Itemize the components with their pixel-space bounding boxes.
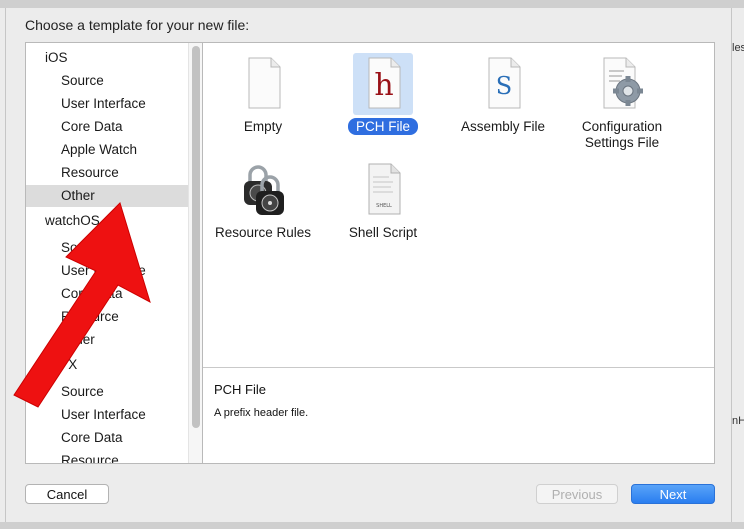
category-item-ios-apple-watch[interactable]: Apple Watch bbox=[26, 139, 203, 161]
category-item-ios-user-interface[interactable]: User Interface bbox=[26, 93, 203, 115]
template-assembly-file[interactable]: S Assembly File bbox=[443, 49, 563, 139]
category-header-osx: OS X bbox=[45, 357, 78, 372]
category-item-ios-source[interactable]: Source bbox=[26, 70, 203, 92]
category-header-ios: iOS bbox=[45, 50, 68, 65]
template-label: Resource Rules bbox=[214, 225, 312, 240]
category-item-watchos-resource[interactable]: Resource bbox=[26, 306, 203, 328]
new-file-template-sheet: Choose a template for your new file: iOS… bbox=[5, 8, 732, 522]
shell-script-icon: SHELL bbox=[368, 163, 401, 215]
category-item-watchos-core-data[interactable]: Core Data bbox=[26, 283, 203, 305]
template-empty[interactable]: Empty bbox=[203, 49, 323, 139]
category-item-osx-user-interface[interactable]: User Interface bbox=[26, 404, 203, 426]
category-list-scrollbar[interactable] bbox=[188, 43, 203, 463]
cancel-button[interactable]: Cancel bbox=[25, 484, 109, 504]
category-item-watchos-other[interactable]: Other bbox=[26, 329, 203, 351]
pch-glyph: h bbox=[374, 68, 393, 103]
assembly-glyph: S bbox=[496, 72, 512, 100]
template-label-line: Settings File bbox=[584, 135, 660, 150]
scrollbar-thumb[interactable] bbox=[192, 46, 200, 428]
template-resource-rules[interactable]: Resource Rules bbox=[203, 155, 323, 245]
background-window-bottom bbox=[0, 522, 744, 529]
category-item-watchos-source[interactable]: Source bbox=[26, 237, 203, 259]
category-item-osx-core-data[interactable]: Core Data bbox=[26, 427, 203, 449]
empty-file-icon bbox=[248, 57, 281, 109]
category-list[interactable]: iOS Source User Interface Core Data Appl… bbox=[25, 42, 204, 464]
pch-file-icon: h bbox=[368, 57, 401, 109]
padlocks-icon bbox=[244, 165, 284, 215]
template-label: PCH File bbox=[323, 118, 443, 135]
template-grid: Empty h PCH File S Assembly File Configu… bbox=[203, 43, 714, 367]
background-text-fragment: nH bbox=[732, 415, 744, 427]
shell-glyph: SHELL bbox=[376, 203, 392, 209]
template-description-area: PCH File A prefix header file. bbox=[203, 367, 714, 464]
previous-button[interactable]: Previous bbox=[536, 484, 618, 504]
next-button[interactable]: Next bbox=[631, 484, 715, 504]
template-icon-container: h bbox=[353, 53, 413, 115]
template-label: Empty bbox=[243, 119, 283, 134]
description-text: A prefix header file. bbox=[214, 407, 309, 419]
template-label: Assembly File bbox=[460, 119, 546, 134]
category-item-ios-core-data[interactable]: Core Data bbox=[26, 116, 203, 138]
category-item-osx-source[interactable]: Source bbox=[26, 381, 203, 403]
category-item-ios-other[interactable]: Other bbox=[26, 185, 203, 207]
assembly-file-icon: S bbox=[488, 57, 521, 109]
description-title: PCH File bbox=[214, 382, 267, 397]
template-label-line: Configuration bbox=[581, 119, 663, 134]
category-item-osx-resource[interactable]: Resource bbox=[26, 450, 203, 463]
template-pane: Empty h PCH File S Assembly File Configu… bbox=[202, 42, 715, 464]
template-label: Configuration Settings File bbox=[562, 119, 682, 151]
template-shell-script[interactable]: SHELL Shell Script bbox=[323, 155, 443, 245]
sheet-title: Choose a template for your new file: bbox=[25, 17, 250, 33]
category-item-ios-resource[interactable]: Resource bbox=[26, 162, 203, 184]
template-icon-container: S bbox=[473, 53, 533, 115]
template-pch-file[interactable]: h PCH File bbox=[323, 49, 443, 139]
category-item-watchos-user-interface[interactable]: User Interface bbox=[26, 260, 203, 282]
configuration-settings-icon bbox=[603, 57, 643, 109]
category-header-watchos: watchOS bbox=[45, 213, 100, 228]
template-configuration-settings-file[interactable]: Configuration Settings File bbox=[562, 49, 682, 155]
template-icon-container bbox=[233, 53, 293, 115]
template-label: Shell Script bbox=[348, 225, 418, 240]
template-icon-container bbox=[233, 159, 293, 221]
template-icon-container bbox=[592, 53, 652, 115]
template-icon-container: SHELL bbox=[353, 159, 413, 221]
background-text-fragment: les bbox=[732, 42, 744, 54]
